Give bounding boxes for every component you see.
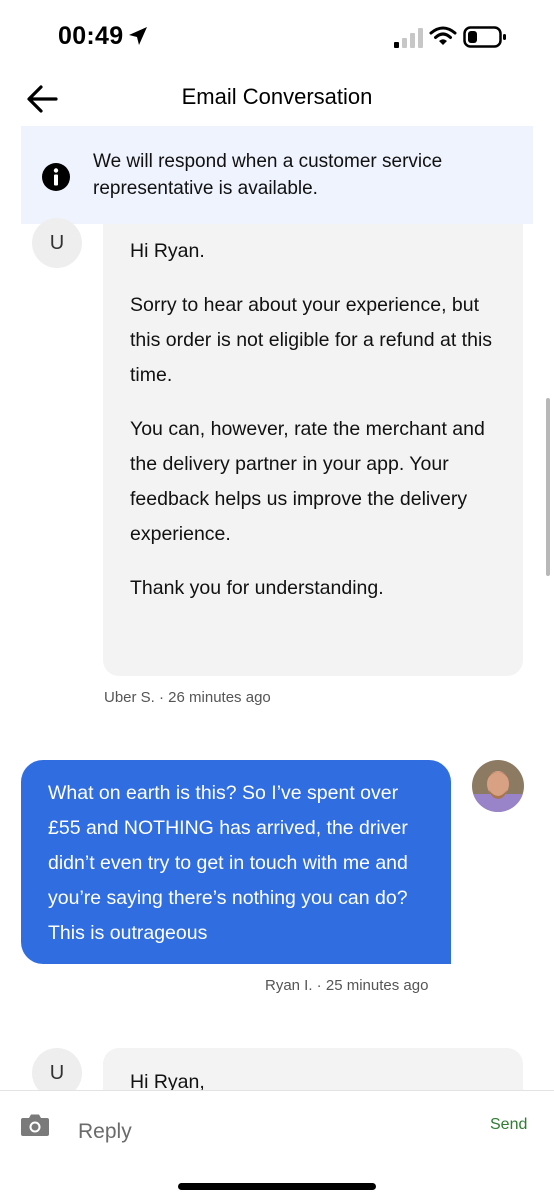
- agent-avatar-initial: U: [49, 1061, 65, 1084]
- agent-message-meta: Uber S. · 26 minutes ago: [104, 689, 271, 706]
- agent-avatar: U: [32, 218, 82, 268]
- user-avatar-photo: [472, 760, 524, 812]
- page-title: Email Conversation: [181, 84, 373, 109]
- header: Email Conversation: [0, 72, 554, 126]
- agent-avatar-initial: U: [49, 231, 65, 254]
- info-banner: We will respond when a customer service …: [21, 126, 533, 224]
- cellular-signal-icon: [394, 28, 423, 48]
- agent-message-bubble: Hi Ryan. Sorry to hear about your experi…: [103, 224, 523, 676]
- message-paragraph: You can, however, rate the merchant and …: [130, 418, 485, 545]
- message-paragraph: Sorry to hear about your experience, but…: [130, 294, 493, 386]
- status-time: 00:49: [58, 22, 124, 50]
- info-banner-text: We will respond when a customer service …: [93, 151, 443, 199]
- reply-bar: Send: [0, 1090, 554, 1201]
- battery-icon: [463, 26, 506, 48]
- wifi-icon: [429, 26, 457, 45]
- reply-input[interactable]: [76, 1115, 460, 1149]
- location-arrow-icon: [129, 27, 147, 45]
- camera-icon[interactable]: [20, 1113, 50, 1137]
- scrollbar[interactable]: [546, 398, 550, 576]
- message-paragraph: Hi Ryan.: [130, 240, 205, 262]
- message-paragraph: Thank you for understanding.: [130, 577, 384, 599]
- user-avatar: [472, 760, 524, 812]
- info-icon: [42, 163, 70, 191]
- user-message-meta: Ryan I. · 25 minutes ago: [265, 977, 429, 994]
- status-bar: 00:49: [0, 0, 554, 72]
- home-indicator: [178, 1183, 376, 1190]
- user-message-bubble: What on earth is this? So I’ve spent ove…: [21, 760, 451, 964]
- send-button[interactable]: Send: [490, 1116, 527, 1134]
